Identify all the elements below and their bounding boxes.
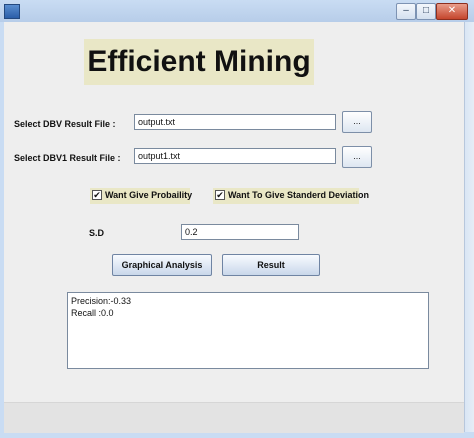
dbv1-file-label: Select DBV1 Result File :	[14, 153, 121, 163]
dbv-file-input[interactable]: output.txt	[134, 114, 336, 130]
graphical-analysis-button[interactable]: Graphical Analysis	[112, 254, 212, 276]
dbv-file-label: Select DBV Result File :	[14, 119, 116, 129]
main-panel: Efficient Mining Select DBV Result File …	[4, 22, 464, 433]
sd-input[interactable]: 0.2	[181, 224, 299, 240]
window-frame-right	[464, 22, 474, 438]
result-output-area[interactable]: Precision:-0.33 Recall :0.0	[67, 292, 429, 369]
window-titlebar: – □ ✕	[0, 0, 474, 23]
heading-banner: Efficient Mining	[84, 39, 314, 85]
dbv1-file-input[interactable]: output1.txt	[134, 148, 336, 164]
dbv-browse-button[interactable]: ...	[342, 111, 372, 133]
precision-line: Precision:-0.33	[71, 296, 132, 306]
sd-label: S.D	[89, 228, 105, 238]
std-dev-option[interactable]: ✔ Want To Give Standerd Deviation	[213, 188, 369, 204]
recall-line: Recall :0.0	[71, 308, 114, 318]
close-button[interactable]: ✕	[436, 3, 468, 20]
dbv1-browse-button[interactable]: ...	[342, 146, 372, 168]
std-dev-label: Want To Give Standerd Deviation	[228, 190, 370, 200]
app-icon	[4, 4, 20, 19]
probability-checkbox[interactable]: ✔	[92, 190, 102, 200]
std-dev-checkbox[interactable]: ✔	[215, 190, 225, 200]
result-button[interactable]: Result	[222, 254, 320, 276]
probability-option[interactable]: ✔ Want Give Probaility	[90, 188, 193, 204]
minimize-button[interactable]: –	[396, 3, 416, 20]
page-title: Efficient Mining	[87, 45, 311, 78]
maximize-button[interactable]: □	[416, 3, 436, 20]
probability-label: Want Give Probaility	[105, 190, 193, 200]
footer-strip	[4, 402, 464, 433]
